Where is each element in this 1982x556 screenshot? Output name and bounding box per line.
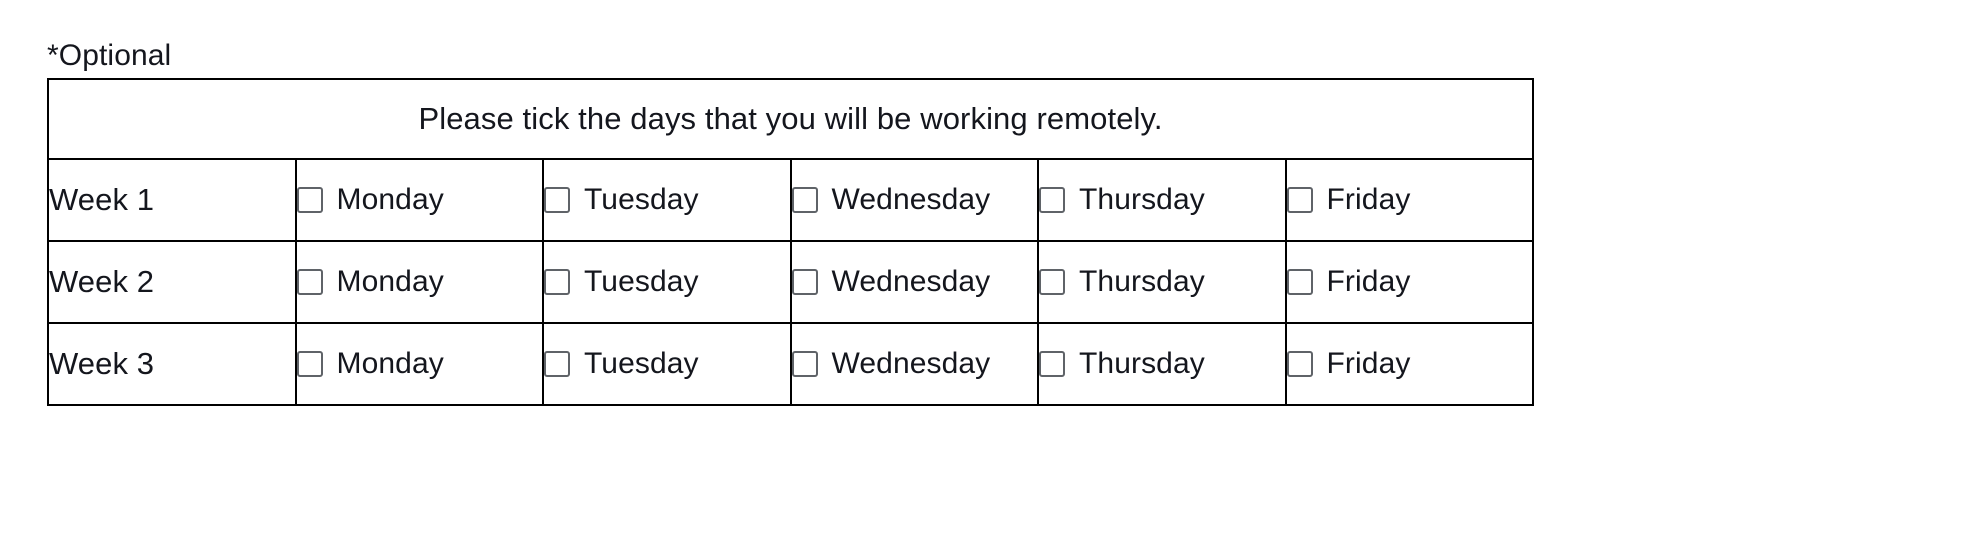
checkbox-icon[interactable] bbox=[1286, 269, 1313, 295]
checkbox-icon[interactable] bbox=[544, 351, 570, 377]
form-page: *Optional Please tick the days that you … bbox=[0, 0, 1982, 556]
checkbox-cell-week2-tuesday[interactable]: Tuesday bbox=[542, 240, 792, 324]
day-label: Friday bbox=[1326, 347, 1411, 380]
checkbox-icon[interactable] bbox=[1039, 187, 1065, 213]
checkbox-cell-week2-monday[interactable]: Monday bbox=[294, 240, 544, 324]
checkbox-icon[interactable] bbox=[791, 187, 818, 213]
day-label: Wednesday bbox=[831, 347, 991, 380]
day-label: Monday bbox=[336, 183, 444, 216]
day-label: Friday bbox=[1326, 183, 1411, 216]
week-label: Week 3 bbox=[47, 322, 297, 406]
day-label: Friday bbox=[1326, 265, 1411, 298]
checkbox-cell-week1-wednesday[interactable]: Wednesday bbox=[789, 158, 1039, 242]
table-row: Week 1 Monday Tuesday Wednesday Thursday… bbox=[47, 158, 1534, 242]
day-label: Monday bbox=[336, 347, 444, 380]
checkbox-cell-week1-tuesday[interactable]: Tuesday bbox=[542, 158, 792, 242]
checkbox-cell-week3-friday[interactable]: Friday bbox=[1284, 322, 1534, 406]
checkbox-icon[interactable] bbox=[544, 187, 570, 213]
day-label: Thursday bbox=[1079, 183, 1205, 216]
week-label: Week 2 bbox=[47, 240, 297, 324]
day-label: Thursday bbox=[1079, 265, 1205, 298]
checkbox-cell-week3-tuesday[interactable]: Tuesday bbox=[542, 322, 792, 406]
day-label: Wednesday bbox=[831, 183, 991, 216]
checkbox-cell-week1-friday[interactable]: Friday bbox=[1284, 158, 1534, 242]
checkbox-cell-week3-monday[interactable]: Monday bbox=[294, 322, 544, 406]
checkbox-cell-week2-thursday[interactable]: Thursday bbox=[1037, 240, 1287, 324]
table-row: Week 2 Monday Tuesday Wednesday Thursday… bbox=[47, 240, 1534, 324]
day-label: Wednesday bbox=[831, 265, 991, 298]
checkbox-icon[interactable] bbox=[791, 269, 818, 295]
checkbox-icon[interactable] bbox=[1286, 351, 1313, 377]
day-label: Tuesday bbox=[584, 183, 699, 216]
checkbox-cell-week1-monday[interactable]: Monday bbox=[294, 158, 544, 242]
day-label: Thursday bbox=[1079, 347, 1205, 380]
checkbox-icon[interactable] bbox=[791, 351, 818, 377]
checkbox-icon[interactable] bbox=[1039, 269, 1065, 295]
checkbox-cell-week1-thursday[interactable]: Thursday bbox=[1037, 158, 1287, 242]
remote-days-table: Please tick the days that you will be wo… bbox=[47, 78, 1534, 406]
checkbox-icon[interactable] bbox=[544, 269, 570, 295]
day-label: Monday bbox=[336, 265, 444, 298]
checkbox-cell-week2-wednesday[interactable]: Wednesday bbox=[789, 240, 1039, 324]
optional-note: *Optional bbox=[47, 39, 172, 72]
day-label: Tuesday bbox=[584, 347, 699, 380]
checkbox-icon[interactable] bbox=[1039, 351, 1065, 377]
checkbox-icon[interactable] bbox=[296, 351, 323, 377]
checkbox-cell-week3-wednesday[interactable]: Wednesday bbox=[789, 322, 1039, 406]
checkbox-icon[interactable] bbox=[1286, 187, 1313, 213]
checkbox-icon[interactable] bbox=[296, 269, 323, 295]
table-row: Week 3 Monday Tuesday Wednesday Thursday… bbox=[47, 322, 1534, 406]
checkbox-cell-week2-friday[interactable]: Friday bbox=[1284, 240, 1534, 324]
table-header-row: Please tick the days that you will be wo… bbox=[47, 78, 1534, 160]
checkbox-cell-week3-thursday[interactable]: Thursday bbox=[1037, 322, 1287, 406]
checkbox-icon[interactable] bbox=[296, 187, 323, 213]
day-label: Tuesday bbox=[584, 265, 699, 298]
table-header-instruction: Please tick the days that you will be wo… bbox=[47, 78, 1534, 160]
week-label: Week 1 bbox=[47, 158, 297, 242]
